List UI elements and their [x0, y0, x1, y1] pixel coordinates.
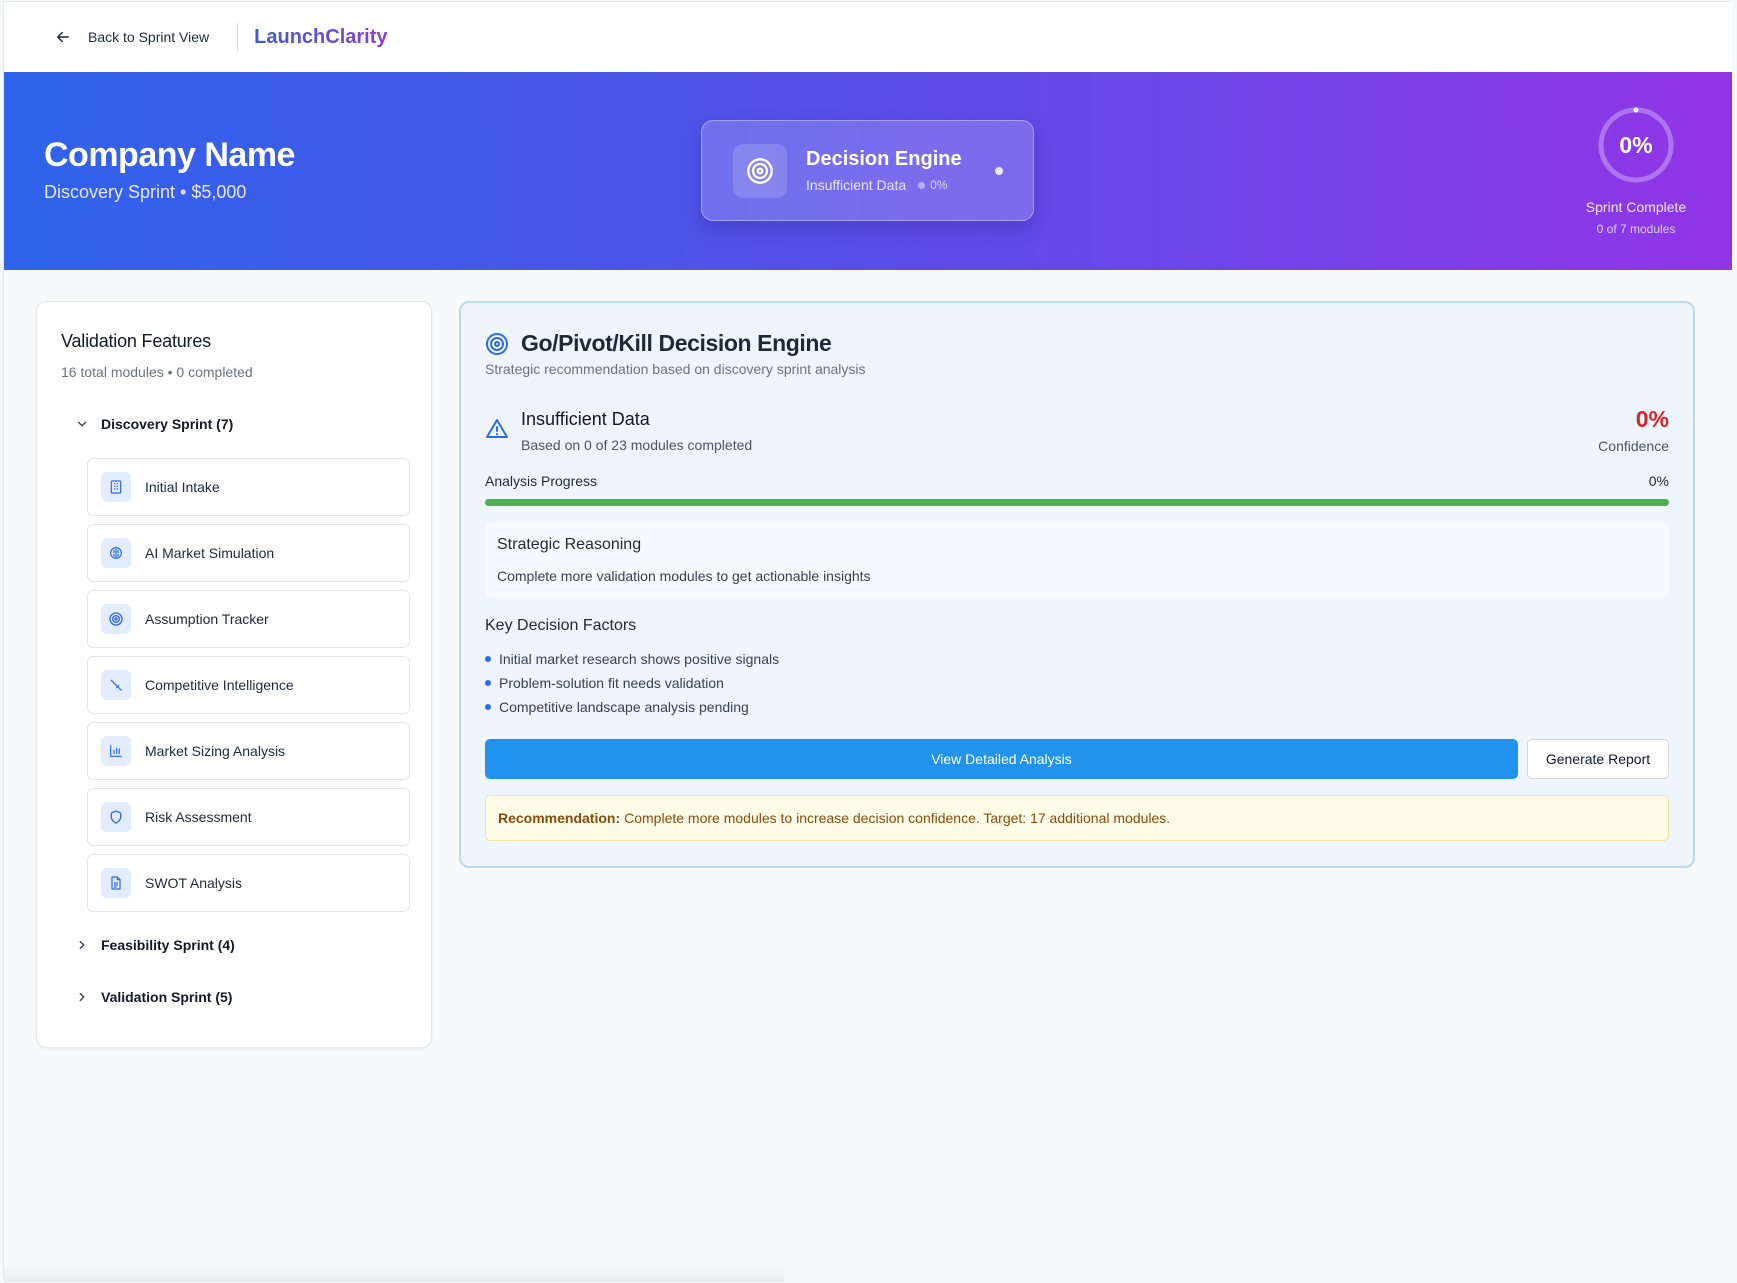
- key-factors-list: Initial market research shows positive s…: [485, 647, 779, 719]
- chevron-right-icon: [79, 992, 85, 1002]
- group-discovery-sprint[interactable]: Discovery Sprint (7): [75, 416, 233, 432]
- key-factors-title: Key Decision Factors: [485, 617, 637, 634]
- chevron-right-icon: [79, 940, 85, 950]
- app-frame: Back to Sprint View LaunchClarity Compan…: [3, 1, 1732, 1282]
- sprint-progress-value: 0%: [1619, 131, 1653, 158]
- recommendation-banner: Recommendation: Complete more modules to…: [485, 795, 1669, 841]
- list-item: Competitive landscape analysis pending: [485, 695, 779, 719]
- group-validation-sprint[interactable]: Validation Sprint (5): [75, 989, 232, 1005]
- analysis-progress-value: 0%: [1648, 473, 1669, 489]
- module-market-sizing-analysis[interactable]: Market Sizing Analysis: [87, 722, 410, 780]
- reasoning-title: Strategic Reasoning: [497, 536, 642, 553]
- panel-title: Go/Pivot/Kill Decision Engine: [521, 330, 832, 356]
- module-icon-box: [101, 670, 131, 700]
- panel-subtitle: Strategic recommendation based on discov…: [485, 361, 866, 377]
- module-icon-box: [101, 736, 131, 766]
- engine-title: Decision Engine: [806, 148, 962, 170]
- analysis-progress-bar: [485, 499, 1669, 506]
- module-ai-market-simulation[interactable]: AI Market Simulation: [87, 524, 410, 582]
- module-label: Market Sizing Analysis: [145, 743, 286, 759]
- back-link-label: Back to Sprint View: [88, 29, 210, 45]
- arrow-left-icon: [57, 31, 69, 43]
- panel-header: Go/Pivot/Kill Decision Engine: [485, 330, 832, 357]
- decision-engine-card[interactable]: Decision Engine Insufficient Data 0%: [701, 120, 1034, 221]
- engine-pct: 0%: [930, 178, 948, 192]
- shield-icon: [110, 810, 122, 824]
- module-label: Initial Intake: [145, 479, 220, 495]
- module-label: AI Market Simulation: [145, 545, 275, 561]
- chevron-down-icon: [77, 421, 87, 427]
- target-icon: [486, 332, 508, 355]
- module-swot-analysis[interactable]: SWOT Analysis: [87, 854, 410, 912]
- module-label: Assumption Tracker: [145, 611, 269, 627]
- engine-status-label: Insufficient Data: [806, 177, 907, 193]
- sprint-subtitle: Discovery Sprint • $5,000: [44, 182, 247, 202]
- module-icon-box: [101, 538, 131, 568]
- module-assumption-tracker[interactable]: Assumption Tracker: [87, 590, 410, 648]
- recommendation-label: Recommendation:: [498, 810, 621, 826]
- engine-indicator-dot: [995, 167, 1003, 175]
- sword-icon: [110, 679, 122, 691]
- confidence-label: Confidence: [1598, 438, 1669, 454]
- engine-status: Insufficient Data 0%: [806, 177, 962, 193]
- top-nav: Back to Sprint View LaunchClarity: [4, 2, 1732, 72]
- panel-subtitle: 16 total modules • 0 completed: [61, 364, 253, 380]
- module-label: SWOT Analysis: [145, 875, 242, 891]
- group-label: Feasibility Sprint (4): [101, 937, 235, 953]
- recommendation-text: Complete more modules to increase decisi…: [624, 810, 1171, 826]
- sprint-progress-ring: 0%: [1596, 105, 1676, 185]
- module-icon-box: [101, 604, 131, 634]
- module-initial-intake[interactable]: Initial Intake: [87, 458, 410, 516]
- group-label: Discovery Sprint (7): [101, 416, 234, 432]
- confidence-value: 0%: [1635, 406, 1669, 432]
- module-icon-box: [101, 472, 131, 502]
- module-risk-assessment[interactable]: Risk Assessment: [87, 788, 410, 846]
- document-icon: [111, 876, 121, 890]
- brand-logo[interactable]: LaunchClarity: [254, 26, 387, 49]
- bar-chart-icon: [110, 745, 122, 757]
- module-icon-box: [101, 868, 131, 898]
- sprint-modules-count: 0 of 7 modules: [1596, 222, 1676, 236]
- group-feasibility-sprint[interactable]: Feasibility Sprint (4): [75, 937, 235, 953]
- nav-divider: [237, 23, 239, 51]
- status-title: Insufficient Data: [521, 409, 650, 429]
- warning-icon: [486, 419, 508, 438]
- back-to-sprint-view-link[interactable]: Back to Sprint View: [54, 28, 209, 46]
- status-subtitle: Based on 0 of 23 modules completed: [521, 437, 753, 453]
- hero-banner: Company Name Discovery Sprint • $5,000 D…: [4, 72, 1732, 270]
- analysis-progress-label: Analysis Progress: [485, 473, 598, 489]
- decision-engine-panel: Go/Pivot/Kill Decision Engine Strategic …: [459, 301, 1695, 868]
- module-icon-box: [101, 802, 131, 832]
- generate-report-button[interactable]: Generate Report: [1527, 739, 1669, 779]
- reasoning-text: Complete more validation modules to get …: [497, 568, 871, 584]
- engine-status-dot: [918, 181, 926, 189]
- bottom-shadow: [4, 1264, 784, 1282]
- module-label: Risk Assessment: [145, 809, 252, 825]
- validation-features-panel: Validation Features 16 total modules • 0…: [36, 301, 432, 1048]
- list-item: Problem-solution fit needs validation: [485, 671, 779, 695]
- module-competitive-intelligence[interactable]: Competitive Intelligence: [87, 656, 410, 714]
- building-icon: [110, 480, 122, 494]
- decision-status: Insufficient Data Based on 0 of 23 modul…: [485, 409, 752, 453]
- target-icon: [109, 612, 123, 626]
- list-item: Initial market research shows positive s…: [485, 647, 779, 671]
- strategic-reasoning-box: Strategic Reasoning Complete more valida…: [485, 522, 1669, 598]
- company-name: Company Name: [44, 136, 295, 174]
- brain-icon: [110, 547, 122, 559]
- group-label: Validation Sprint (5): [101, 989, 233, 1005]
- module-label: Competitive Intelligence: [145, 677, 294, 693]
- panel-title: Validation Features: [61, 331, 211, 351]
- engine-icon-box: [733, 143, 787, 198]
- target-icon: [747, 157, 773, 184]
- view-detailed-analysis-button[interactable]: View Detailed Analysis: [485, 739, 1518, 779]
- sprint-complete-label: Sprint Complete: [1585, 199, 1687, 215]
